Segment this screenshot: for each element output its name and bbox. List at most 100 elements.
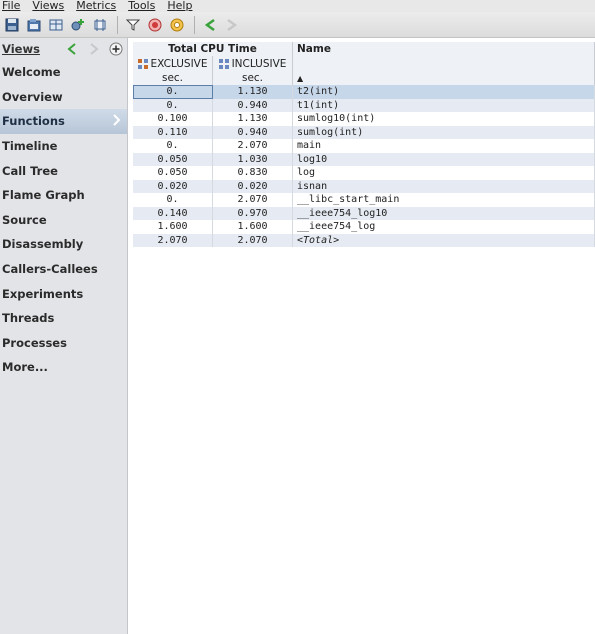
sidebar-item-more[interactable]: More... (0, 355, 127, 380)
sidebar-item-label: Disassembly (2, 237, 84, 252)
exclusive-time-cell: 0.050 (133, 152, 213, 166)
sidebar-item-source[interactable]: Source (0, 208, 127, 233)
table-row[interactable]: 0.140 0.970 __ieee754_log10 (133, 206, 595, 220)
table-row[interactable]: 1.600 1.600 __ieee754_log (133, 220, 595, 234)
table-row[interactable]: 0.020 0.020 isnan (133, 179, 595, 193)
exclusive-time-cell: 0. (133, 139, 213, 153)
function-name-cell: t1(int) (293, 98, 595, 112)
sidebar-item-threads[interactable]: Threads (0, 306, 127, 331)
sidebar-item-disassembly[interactable]: Disassembly (0, 232, 127, 257)
table-row[interactable]: 0. 0.940 t1(int) (133, 98, 595, 112)
sort-indicator[interactable]: ▲ (293, 71, 595, 85)
exclusive-time-cell: 0. (133, 193, 213, 207)
exclusive-time-cell: 0.140 (133, 206, 213, 220)
table-row[interactable]: 2.070 2.070 <Total> (133, 233, 595, 247)
table-body: 0. 1.130 t2(int) 0. 0.940 t1(int) 0.100 1.130 su… (133, 85, 595, 247)
open-button[interactable] (24, 15, 44, 35)
exclusive-time-cell: 2.070 (133, 233, 213, 247)
back-button[interactable] (200, 15, 220, 35)
sidebar-item-label: Overview (2, 89, 63, 104)
inclusive-time-cell: 1.130 (213, 85, 293, 99)
table-row[interactable]: 0.050 0.830 log (133, 166, 595, 180)
sidebar-item-experiments[interactable]: Experiments (0, 281, 127, 306)
menu-views[interactable]: Views (32, 0, 64, 12)
sidebar-back-icon[interactable] (64, 41, 80, 57)
table-row[interactable]: 0.110 0.940 sumlog(int) (133, 125, 595, 139)
inclusive-time-cell: 0.970 (213, 206, 293, 220)
inclusive-time-cell: 2.070 (213, 139, 293, 153)
open-icon (27, 18, 41, 31)
inclusive-time-cell: 0.830 (213, 166, 293, 180)
add-experiment-icon (71, 18, 84, 30)
sidebar-add-icon[interactable] (108, 41, 124, 57)
function-name-cell: sumlog(int) (293, 125, 595, 139)
sidebar-item-label: Source (2, 212, 47, 227)
menu-file[interactable]: File (2, 0, 20, 12)
exclusive-label: EXCLUSIVE (150, 57, 208, 70)
function-name-cell: <Total> (293, 233, 595, 247)
sidebar-item-label: More... (2, 360, 48, 375)
sidebar-item-label: Call Tree (2, 163, 58, 178)
table-row[interactable]: 0. 1.130 t2(int) (133, 85, 595, 99)
toolbar-separator (194, 15, 195, 34)
name-header-spacer (293, 56, 595, 71)
exclusive-time-cell: 0. (133, 98, 213, 112)
inclusive-time-cell: 1.030 (213, 152, 293, 166)
sidebar-item-timeline[interactable]: Timeline (0, 134, 127, 159)
save-button[interactable] (2, 15, 22, 35)
sidebar-item-welcome[interactable]: Welcome (0, 60, 127, 85)
table-header-units: sec. sec. ▲ (133, 71, 595, 85)
function-name-cell: t2(int) (293, 85, 595, 99)
filter-icon (126, 19, 140, 31)
sidebar-item-processes[interactable]: Processes (0, 331, 127, 356)
menu-help[interactable]: Help (167, 0, 192, 12)
inclusive-time-cell: 1.600 (213, 220, 293, 234)
table-row[interactable]: 0. 2.070 main (133, 139, 595, 153)
record-button[interactable] (145, 15, 165, 35)
inclusive-time-cell: 2.070 (213, 233, 293, 247)
function-name-cell: __ieee754_log (293, 220, 595, 234)
functions-table: Total CPU Time Name EXCLUSIVE INCLUSIVE … (133, 42, 595, 634)
table-header-top: Total CPU Time Name (133, 42, 595, 56)
table-row[interactable]: 0.050 1.030 log10 (133, 152, 595, 166)
add-experiment-button[interactable] (68, 15, 88, 35)
sidebar-header: Views (0, 38, 127, 60)
total-cpu-time-header[interactable]: Total CPU Time (133, 42, 293, 56)
exclusive-time-cell: 0. (133, 85, 213, 99)
menu-metrics[interactable]: Metrics (76, 0, 116, 12)
save-icon (5, 18, 19, 31)
gear-button[interactable] (167, 15, 187, 35)
compare-button[interactable] (46, 15, 66, 35)
sidebar-item-flame-graph[interactable]: Flame Graph (0, 183, 127, 208)
sidebar-item-overview[interactable]: Overview (0, 85, 127, 110)
forward-button[interactable] (222, 15, 242, 35)
inclusive-column-header[interactable]: INCLUSIVE (213, 56, 293, 71)
exclusive-column-header[interactable]: EXCLUSIVE (133, 56, 213, 71)
sidebar-item-call-tree[interactable]: Call Tree (0, 158, 127, 183)
menubar: File Views Metrics Tools Help (0, 0, 595, 12)
inclusive-time-cell: 0.940 (213, 98, 293, 112)
settings-button[interactable] (90, 15, 110, 35)
inclusive-unit: sec. (213, 71, 293, 85)
table-row[interactable]: 0.100 1.130 sumlog10(int) (133, 112, 595, 126)
sidebar-item-functions[interactable]: Functions (0, 109, 127, 134)
function-name-cell: main (293, 139, 595, 153)
table-row[interactable]: 0. 2.070 __libc_start_main (133, 193, 595, 207)
exclusive-metric-icon (137, 58, 148, 69)
function-name-cell: log (293, 166, 595, 180)
table-header-metrics: EXCLUSIVE INCLUSIVE (133, 56, 595, 71)
sidebar-item-label: Flame Graph (2, 188, 85, 203)
menu-tools[interactable]: Tools (128, 0, 155, 12)
exclusive-unit: sec. (133, 71, 213, 85)
name-column-header[interactable]: Name (293, 42, 595, 56)
filter-button[interactable] (123, 15, 143, 35)
sidebar-title: Views (2, 42, 40, 56)
sidebar-items: Welcome Overview Functions Timeline Call Tre… (0, 60, 127, 380)
function-name-cell: log10 (293, 152, 595, 166)
function-name-cell: isnan (293, 179, 595, 193)
settings-icon (94, 18, 106, 31)
sidebar-item-callers-callees[interactable]: Callers-Callees (0, 257, 127, 282)
sidebar-item-label: Threads (2, 311, 55, 326)
sidebar-forward-icon[interactable] (86, 41, 102, 57)
inclusive-time-cell: 2.070 (213, 193, 293, 207)
